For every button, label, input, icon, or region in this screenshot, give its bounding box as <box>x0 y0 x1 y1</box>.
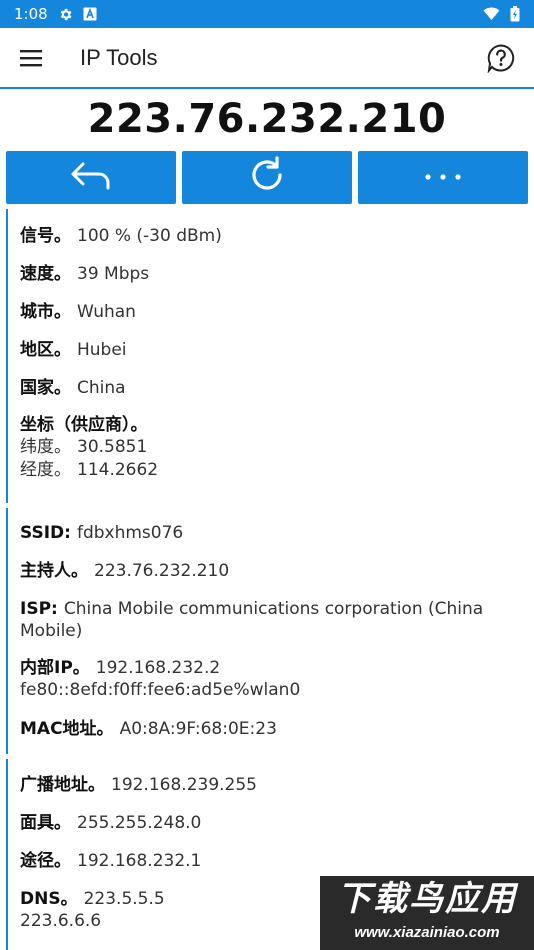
region-value: Hubei <box>77 340 127 360</box>
host-value: 223.76.232.210 <box>94 561 230 581</box>
host-row: 主持人。 223.76.232.210 <box>20 560 524 582</box>
internal-ip-value: 192.168.232.2 <box>95 658 221 678</box>
ssid-label: SSID: <box>20 523 71 543</box>
network-section: SSID: fdbxhms076 主持人。 223.76.232.210 ISP: C… <box>6 508 534 754</box>
share-arrow-icon <box>69 158 113 197</box>
ssid-value: fdbxhms076 <box>76 523 184 543</box>
isp-value-cont: Mobile) <box>20 621 83 641</box>
longitude-label: 经度。 <box>20 460 71 480</box>
watermark-title: 下载鸟应用 <box>337 880 517 918</box>
gateway-row: 途径。 192.168.232.1 <box>20 850 524 872</box>
mask-label: 面具。 <box>20 813 71 833</box>
ipv6-value: fe80::8efd:f0ff:fee6:ad5e%wlan0 <box>20 680 301 700</box>
notification-a-icon <box>83 7 97 21</box>
speed-row: 速度。 39 Mbps <box>20 263 524 285</box>
mask-value: 255.255.248.0 <box>77 813 202 833</box>
action-bar <box>6 151 528 204</box>
broadcast-value: 192.168.239.255 <box>111 775 258 795</box>
app-bar: IP Tools <box>0 28 534 89</box>
refresh-icon <box>247 155 287 200</box>
gateway-label: 途径。 <box>20 851 71 871</box>
internal-ip-label: 内部IP。 <box>20 658 90 678</box>
wifi-icon <box>483 7 500 21</box>
latitude-value: 30.5851 <box>77 437 148 457</box>
location-section: 信号。 100 % (-30 dBm) 速度。 39 Mbps 城市。 Wuhan 地… <box>6 209 534 503</box>
ssid-row: SSID: fdbxhms076 <box>20 522 524 544</box>
share-button[interactable] <box>6 151 176 204</box>
isp-value: China Mobile communications corporation … <box>63 599 484 619</box>
isp-label: ISP: <box>20 599 58 619</box>
mac-value: A0:8A:9F:68:0E:23 <box>119 719 277 739</box>
host-label: 主持人。 <box>20 561 88 581</box>
coords-label: 坐标（供应商）。 <box>20 415 148 435</box>
signal-value: 100 % (-30 dBm) <box>77 226 222 246</box>
settings-gear-icon <box>58 7 73 22</box>
status-time: 1:08 <box>14 5 48 23</box>
longitude-value: 114.2662 <box>77 460 159 480</box>
region-label: 地区。 <box>20 340 71 360</box>
region-row: 地区。 Hubei <box>20 339 524 361</box>
city-label: 城市。 <box>20 302 71 322</box>
status-bar: 1:08 <box>0 0 534 28</box>
mask-row: 面具。 255.255.248.0 <box>20 812 524 834</box>
country-value: China <box>77 378 126 398</box>
country-row: 国家。 China <box>20 377 524 399</box>
mac-label: MAC地址。 <box>20 719 114 739</box>
broadcast-row: 广播地址。 192.168.239.255 <box>20 774 524 796</box>
internal-ip-row: 内部IP。 192.168.232.2 fe80::8efd:f0ff:fee6:… <box>20 657 524 701</box>
watermark-url: www.xiazainiao.com <box>354 924 500 941</box>
signal-row: 信号。 100 % (-30 dBm) <box>20 225 524 247</box>
country-label: 国家。 <box>20 378 71 398</box>
dns-value: 223.5.5.5 <box>83 889 165 909</box>
app-title: IP Tools <box>80 44 158 70</box>
broadcast-label: 广播地址。 <box>20 775 105 795</box>
help-icon[interactable] <box>486 43 516 74</box>
city-value: Wuhan <box>77 302 136 322</box>
dns-label: DNS。 <box>20 889 78 909</box>
signal-label: 信号。 <box>20 226 71 246</box>
mac-row: MAC地址。 A0:8A:9F:68:0E:23 <box>20 718 524 740</box>
more-dots-icon <box>423 169 463 187</box>
isp-row: ISP: China Mobile communications corporat… <box>20 598 524 642</box>
gateway-value: 192.168.232.1 <box>77 851 202 871</box>
battery-icon <box>510 6 520 22</box>
coords-row: 坐标（供应商）。 纬度。 30.5851 经度。 114.2662 <box>20 414 524 481</box>
speed-value: 39 Mbps <box>77 264 150 284</box>
speed-label: 速度。 <box>20 264 71 284</box>
watermark-logo: 下载鸟应用 www.xiazainiao.com <box>320 876 534 950</box>
public-ip-address: 223.76.232.210 <box>87 96 447 142</box>
hamburger-menu-icon[interactable] <box>20 46 44 70</box>
city-row: 城市。 Wuhan <box>20 301 524 323</box>
refresh-button[interactable] <box>182 151 352 204</box>
more-button[interactable] <box>358 151 528 204</box>
latitude-label: 纬度。 <box>20 437 71 457</box>
